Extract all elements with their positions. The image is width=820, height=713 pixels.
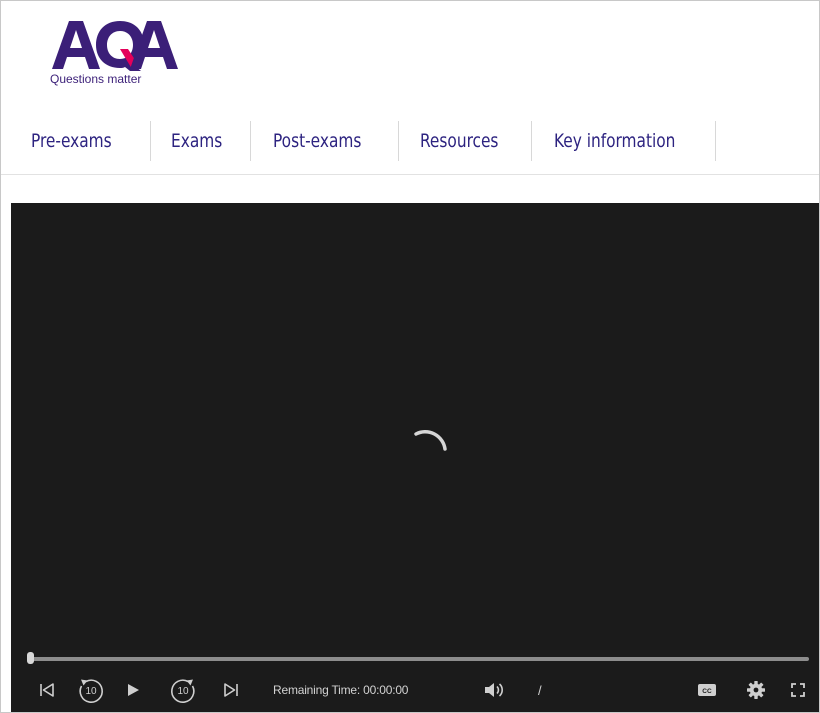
progress-bar[interactable] [29, 657, 809, 661]
rewind-10-icon: 10 [79, 679, 103, 703]
forward-10-icon: 10 [171, 679, 195, 703]
main-nav: Pre-exams Exams Post-exams Resources Key… [1, 121, 819, 161]
gear-icon [747, 681, 765, 699]
nav-item-key-information[interactable]: Key information [532, 121, 716, 161]
volume-icon [485, 683, 504, 697]
play-icon [128, 684, 139, 696]
progress-handle[interactable] [27, 652, 34, 664]
logo-tagline: Questions matter [50, 72, 142, 86]
page-frame: Questions matter Pre-exams Exams Post-ex… [0, 0, 820, 713]
closed-captions-icon: CC [698, 684, 716, 696]
nav-item-pre-exams[interactable]: Pre-exams [1, 121, 151, 161]
skip-to-start-button[interactable] [35, 678, 59, 702]
nav-item-post-exams[interactable]: Post-exams [251, 121, 399, 161]
remaining-time: Remaining Time: 00:00:00 [273, 683, 409, 697]
play-button[interactable] [122, 678, 144, 702]
nav-item-resources[interactable]: Resources [399, 121, 532, 161]
settings-button[interactable] [743, 678, 769, 702]
time-separator: / [538, 682, 542, 698]
loading-spinner-icon [414, 430, 447, 451]
skip-to-end-button[interactable] [219, 678, 243, 702]
forward-seconds-label: 10 [177, 686, 189, 697]
aqa-logo[interactable]: Questions matter [50, 19, 180, 94]
skip-to-end-icon [224, 683, 238, 697]
forward-10-button[interactable]: 10 [168, 678, 198, 703]
skip-to-start-icon [40, 683, 54, 697]
video-player[interactable]: 10 10 Remaining Time: 00:00:00 / CC [11, 203, 819, 712]
rewind-seconds-label: 10 [85, 686, 97, 697]
captions-button[interactable]: CC [694, 678, 720, 702]
fullscreen-icon [791, 683, 805, 697]
rewind-10-button[interactable]: 10 [76, 678, 106, 703]
nav-divider [1, 174, 819, 175]
volume-button[interactable] [481, 678, 507, 702]
nav-item-exams[interactable]: Exams [151, 121, 251, 161]
svg-text:CC: CC [702, 688, 712, 695]
fullscreen-button[interactable] [786, 678, 810, 702]
aqa-wordmark [52, 21, 178, 71]
